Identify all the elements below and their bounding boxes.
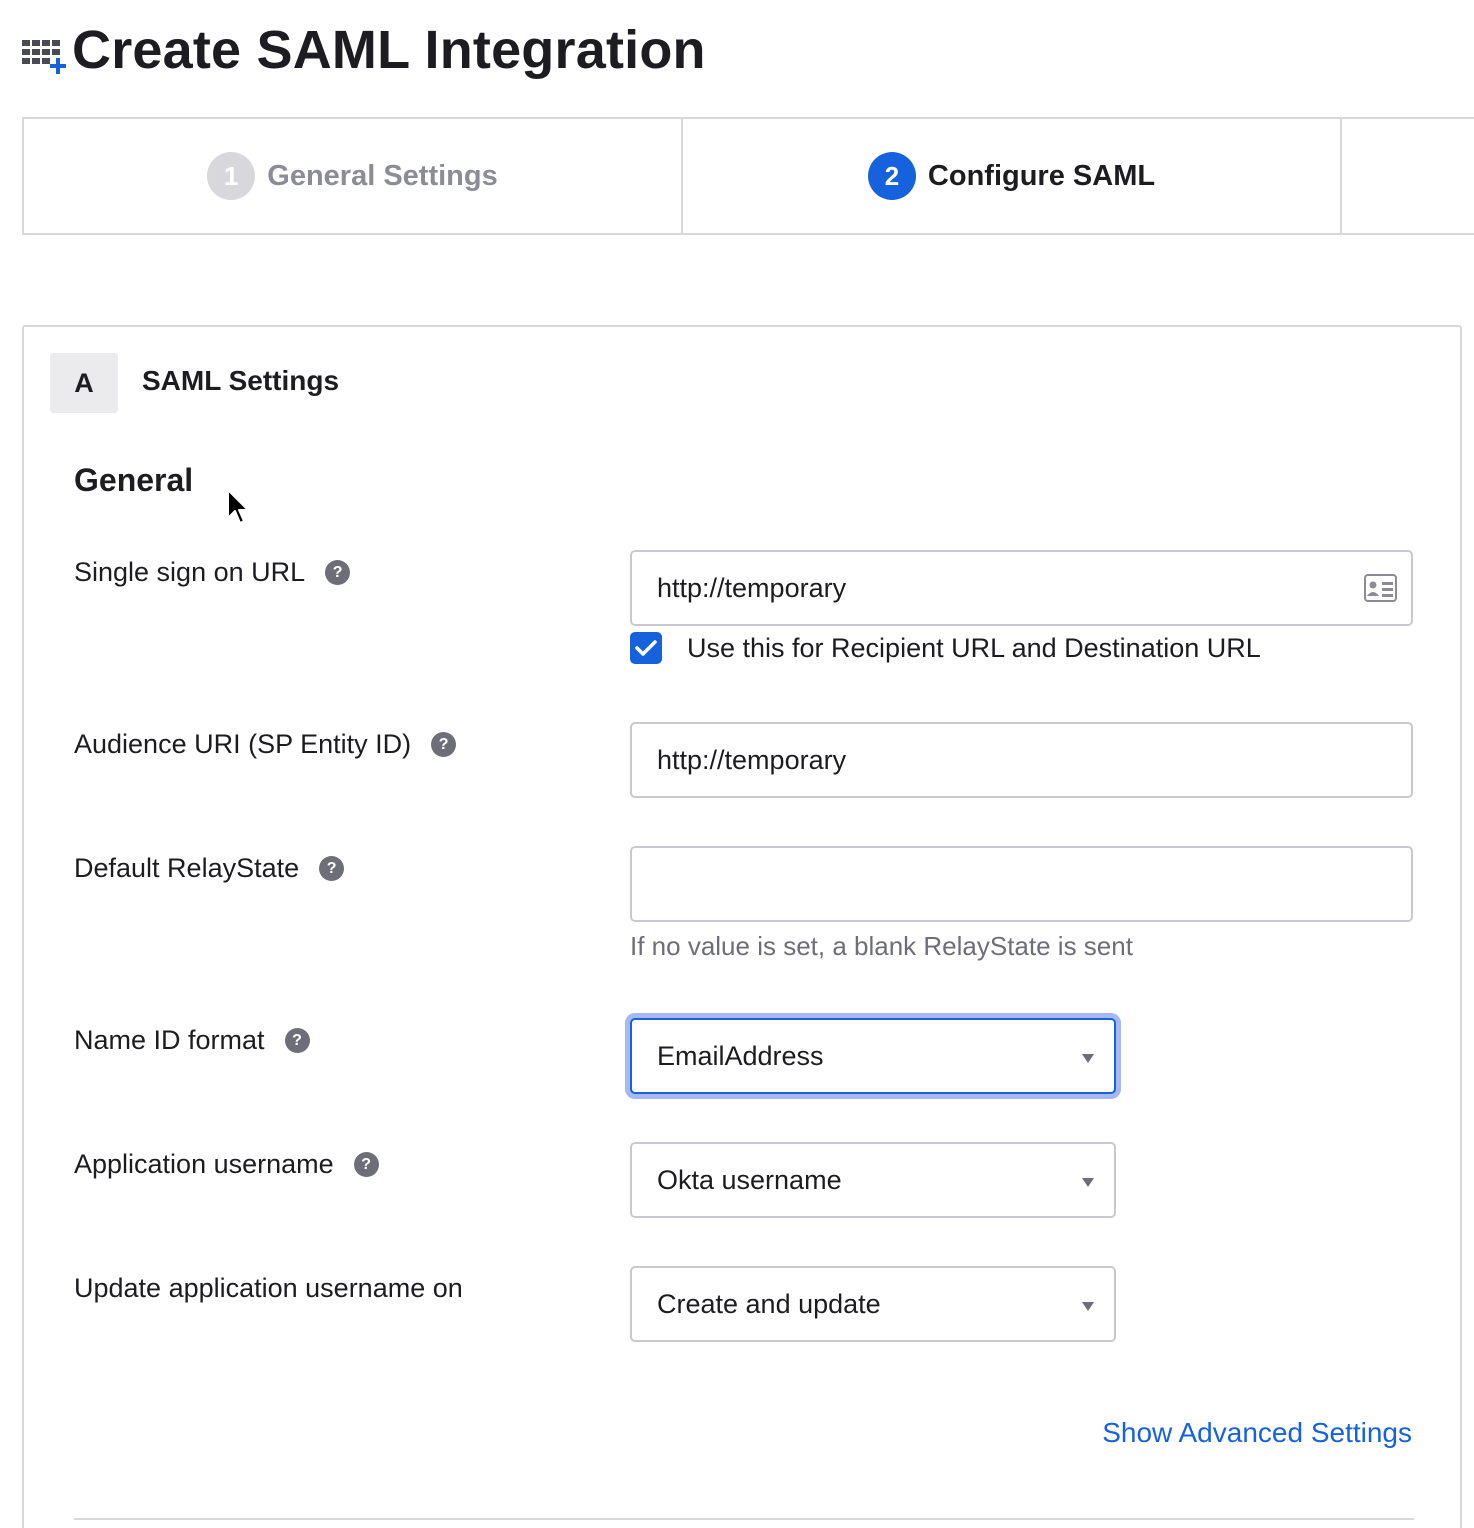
help-icon[interactable]: ?: [431, 732, 457, 757]
recipient-destination-checkbox[interactable]: [630, 632, 662, 664]
caret-down-icon: [1082, 1054, 1094, 1063]
step-number-badge: 2: [867, 152, 916, 200]
relay-state-input[interactable]: [630, 846, 1413, 922]
step-label: Configure SAML: [927, 159, 1156, 192]
app-add-icon: [20, 26, 68, 74]
caret-down-icon: [1082, 1302, 1094, 1311]
name-id-format-label-text: Name ID format: [74, 1025, 265, 1055]
update-username-on-selected: Create and update: [657, 1288, 881, 1319]
name-id-format-select[interactable]: EmailAddress: [630, 1018, 1116, 1094]
relay-state-help-text: If no value is set, a blank RelayState i…: [630, 931, 1133, 961]
relay-state-label-text: Default RelayState: [74, 853, 300, 883]
update-username-on-label-text: Update application username on: [74, 1273, 463, 1303]
recipient-destination-checkbox-label: Use this for Recipient URL and Destinati…: [687, 632, 1261, 663]
mouse-cursor-icon: [226, 488, 250, 526]
sso-url-value: http://temporary: [657, 572, 847, 603]
help-icon[interactable]: ?: [284, 1028, 310, 1053]
name-id-format-selected: EmailAddress: [657, 1040, 824, 1071]
help-icon[interactable]: ?: [325, 560, 351, 585]
app-username-label-text: Application username: [74, 1149, 334, 1179]
step-configure-saml[interactable]: 2 Configure SAML: [683, 119, 1342, 233]
recipient-destination-checkbox-row: Use this for Recipient URL and Destinati…: [630, 632, 1261, 664]
divider: [74, 1518, 1414, 1520]
audience-uri-label-text: Audience URI (SP Entity ID): [74, 729, 412, 759]
sso-url-input[interactable]: http://temporary: [630, 550, 1413, 626]
section-title: SAML Settings: [142, 365, 340, 396]
wizard-steps: 1 General Settings 2 Configure SAML: [22, 117, 1474, 235]
group-title-general: General: [74, 462, 194, 498]
caret-down-icon: [1082, 1178, 1094, 1187]
step-general-settings[interactable]: 1 General Settings: [24, 119, 683, 233]
relay-state-label: Default RelayState ?: [74, 853, 345, 884]
page-title: Create SAML Integration: [72, 20, 706, 80]
step-label: General Settings: [267, 159, 498, 192]
show-advanced-settings-link[interactable]: Show Advanced Settings: [1102, 1417, 1412, 1449]
help-icon[interactable]: ?: [353, 1152, 379, 1177]
audience-uri-input[interactable]: http://temporary: [630, 722, 1413, 798]
app-username-select[interactable]: Okta username: [630, 1142, 1116, 1218]
update-username-on-select[interactable]: Create and update: [630, 1266, 1116, 1342]
step-number-badge: 1: [207, 152, 256, 200]
help-icon[interactable]: ?: [319, 856, 345, 881]
sso-url-label-text: Single sign on URL: [74, 557, 306, 587]
audience-uri-value: http://temporary: [657, 744, 847, 775]
section-badge: A: [50, 353, 118, 413]
app-username-label: Application username ?: [74, 1149, 379, 1180]
audience-uri-label: Audience URI (SP Entity ID) ?: [74, 729, 457, 760]
app-username-selected: Okta username: [657, 1164, 842, 1195]
name-id-format-label: Name ID format ?: [74, 1025, 310, 1056]
page-header: Create SAML Integration: [20, 18, 706, 82]
contact-card-icon[interactable]: [1364, 574, 1397, 602]
sso-url-label: Single sign on URL ?: [74, 557, 351, 588]
update-username-on-label: Update application username on: [74, 1273, 463, 1304]
check-icon: [635, 640, 657, 656]
